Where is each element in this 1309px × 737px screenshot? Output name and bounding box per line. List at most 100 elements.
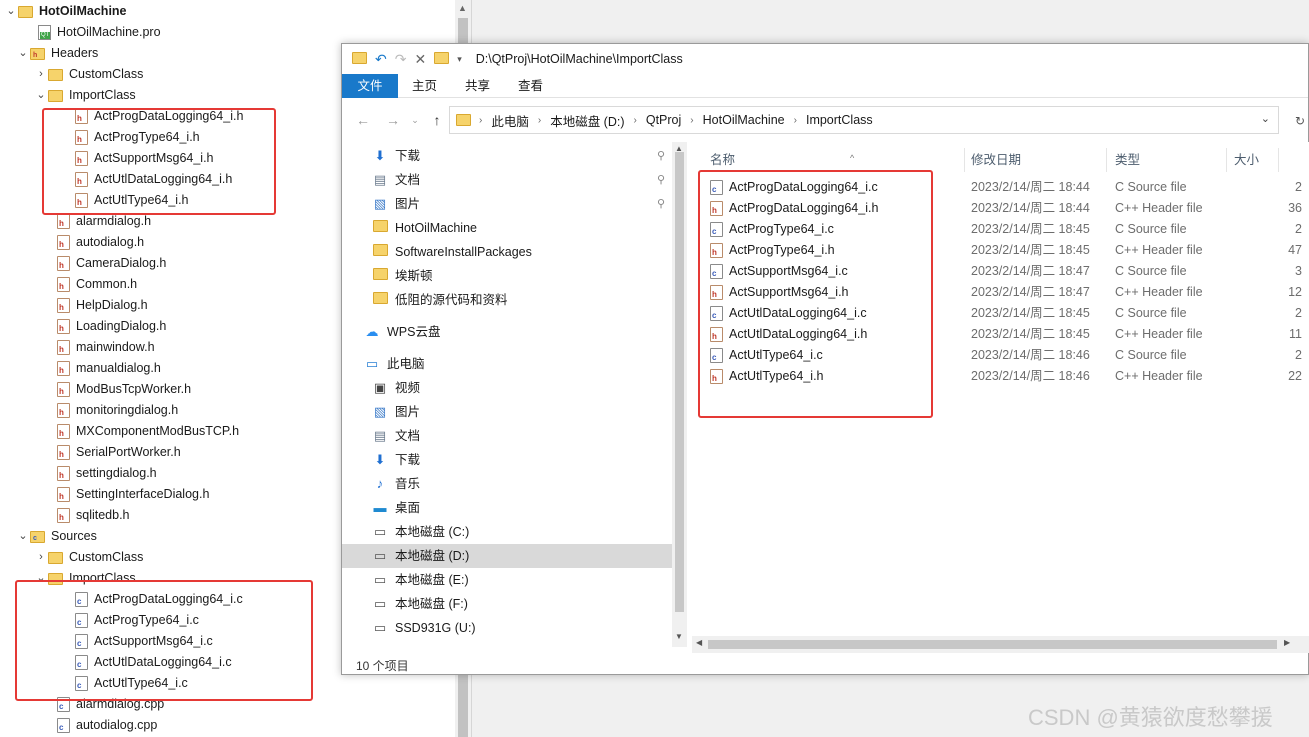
- file-row[interactable]: h ActProgDataLogging64_i.h 2023/2/14/周二 18…: [710, 198, 1309, 219]
- tree-file-row[interactable]: c ActProgDataLogging64_i.c: [75, 589, 243, 610]
- nav-item[interactable]: ▧ 图片 ⚲: [372, 192, 667, 216]
- chevron-down-icon[interactable]: ⌄: [4, 1, 18, 22]
- nav-item[interactable]: ▭ 本地磁盘 (D:): [342, 544, 672, 568]
- nav-item[interactable]: ▭ SSD931G (U:): [372, 616, 667, 640]
- nav-item[interactable]: ▭ 本地磁盘 (F:): [372, 592, 667, 616]
- tree-folder-customclass[interactable]: › CustomClass: [34, 547, 143, 568]
- breadcrumb-this-pc[interactable]: 此电脑: [491, 111, 529, 130]
- tree-file-row[interactable]: h monitoringdialog.h: [57, 400, 178, 421]
- up-arrow-icon[interactable]: ↑: [426, 112, 448, 128]
- nav-item[interactable]: ▤ 文档 ⚲: [372, 168, 667, 192]
- chevron-down-icon[interactable]: ⌄: [16, 43, 30, 64]
- column-header-name[interactable]: 名称 ^: [710, 150, 854, 170]
- chevron-right-icon[interactable]: ›: [34, 64, 48, 85]
- tab-home[interactable]: 主页: [398, 74, 451, 98]
- tree-file-row[interactable]: h ActUtlDataLogging64_i.h: [75, 169, 232, 190]
- tree-file-row[interactable]: h LoadingDialog.h: [57, 316, 166, 337]
- nav-item[interactable]: ▤ 文档: [372, 424, 667, 448]
- tree-file-row[interactable]: c ActUtlDataLogging64_i.c: [75, 652, 232, 673]
- scroll-left-icon[interactable]: ◀: [696, 638, 702, 647]
- column-divider[interactable]: [964, 148, 965, 172]
- file-row[interactable]: c ActProgType64_i.c 2023/2/14/周二 18:45 C So…: [710, 219, 1309, 240]
- column-header-type[interactable]: 类型: [1115, 150, 1140, 170]
- tree-folder-customclass[interactable]: › CustomClass: [34, 64, 143, 85]
- tab-view[interactable]: 查看: [504, 74, 557, 98]
- nav-item[interactable]: HotOilMachine: [372, 216, 667, 240]
- breadcrumb-hotoilmachine[interactable]: HotOilMachine: [703, 113, 785, 127]
- tree-file-row[interactable]: h ActProgDataLogging64_i.h: [75, 106, 243, 127]
- scroll-up-icon[interactable]: ▲: [458, 3, 467, 13]
- nav-scrollbar[interactable]: ▲ ▼: [672, 142, 687, 647]
- tree-file-row[interactable]: h manualdialog.h: [57, 358, 161, 379]
- nav-item[interactable]: ▧ 图片: [372, 400, 667, 424]
- chevron-down-icon[interactable]: ⌄: [34, 568, 48, 589]
- breadcrumb-importclass[interactable]: ImportClass: [806, 113, 873, 127]
- tree-file-row[interactable]: h settingdialog.h: [57, 463, 157, 484]
- nav-item[interactable]: ♪ 音乐: [372, 472, 667, 496]
- nav-item[interactable]: ▭ 此电脑: [364, 352, 667, 376]
- file-row[interactable]: c ActUtlType64_i.c 2023/2/14/周二 18:46 C Sou…: [710, 345, 1309, 366]
- tree-project-row[interactable]: ⌄ HotOilMachine: [4, 1, 126, 22]
- column-divider[interactable]: [1226, 148, 1227, 172]
- pin-icon[interactable]: ⚲: [657, 192, 665, 216]
- tree-file-row[interactable]: c ActUtlType64_i.c: [75, 673, 188, 694]
- nav-item[interactable]: 低阻的源代码和资料: [372, 288, 667, 312]
- tree-file-row[interactable]: c alarmdialog.cpp: [57, 694, 164, 715]
- undo-icon[interactable]: ↶: [375, 51, 387, 68]
- file-row[interactable]: h ActProgType64_i.h 2023/2/14/周二 18:45 C++ …: [710, 240, 1309, 261]
- column-divider[interactable]: [1106, 148, 1107, 172]
- file-hscroll-thumb[interactable]: [708, 640, 1277, 649]
- chevron-right-icon[interactable]: ›: [34, 547, 48, 568]
- tree-file-row[interactable]: c ActProgType64_i.c: [75, 610, 199, 631]
- delete-icon[interactable]: ✕: [414, 51, 426, 68]
- tree-file-row[interactable]: c ActSupportMsg64_i.c: [75, 631, 213, 652]
- refresh-icon[interactable]: ↻: [1295, 114, 1305, 128]
- nav-item[interactable]: ⬇ 下载: [372, 448, 667, 472]
- tree-file-row[interactable]: h mainwindow.h: [57, 337, 155, 358]
- tree-file-row[interactable]: c autodialog.cpp: [57, 715, 157, 736]
- nav-item[interactable]: SoftwareInstallPackages: [372, 240, 667, 264]
- tree-file-row[interactable]: h ModBusTcpWorker.h: [57, 379, 191, 400]
- tree-file-row[interactable]: h ActProgType64_i.h: [75, 127, 200, 148]
- pin-icon[interactable]: ⚲: [657, 168, 665, 192]
- recent-dropdown-icon[interactable]: ⌄: [404, 115, 426, 126]
- tree-pro-file[interactable]: QT HotOilMachine.pro: [38, 22, 161, 43]
- tree-file-row[interactable]: h CameraDialog.h: [57, 253, 166, 274]
- file-row[interactable]: c ActSupportMsg64_i.c 2023/2/14/周二 18:47 C …: [710, 261, 1309, 282]
- tree-folder-importclass[interactable]: ⌄ ImportClass: [34, 85, 135, 106]
- tab-share[interactable]: 共享: [451, 74, 504, 98]
- column-header-size[interactable]: 大小: [1234, 150, 1259, 170]
- tree-headers-row[interactable]: ⌄ h Headers: [16, 43, 98, 64]
- file-row[interactable]: c ActProgDataLogging64_i.c 2023/2/14/周二 18…: [710, 177, 1309, 198]
- breadcrumb-qtproj[interactable]: QtProj: [646, 113, 681, 127]
- nav-scroll-thumb[interactable]: [675, 152, 684, 612]
- file-row[interactable]: h ActUtlDataLogging64_i.h 2023/2/14/周二 18:…: [710, 324, 1309, 345]
- tree-file-row[interactable]: h alarmdialog.h: [57, 211, 151, 232]
- tab-file[interactable]: 文件: [342, 74, 398, 98]
- tree-sources-row[interactable]: ⌄ c Sources: [16, 526, 96, 547]
- nav-item[interactable]: ▭ 本地磁盘 (E:): [372, 568, 667, 592]
- forward-arrow-icon[interactable]: →: [382, 112, 404, 128]
- nav-item[interactable]: ⬇ 下载 ⚲: [372, 144, 667, 168]
- folder-icon[interactable]: [434, 51, 450, 67]
- tree-file-row[interactable]: h SettingInterfaceDialog.h: [57, 484, 209, 505]
- nav-item[interactable]: ▭ 本地磁盘 (C:): [372, 520, 667, 544]
- address-dropdown-icon[interactable]: ⌄: [1261, 112, 1270, 125]
- scroll-down-icon[interactable]: ▼: [675, 632, 683, 641]
- column-divider[interactable]: [1278, 148, 1279, 172]
- back-arrow-icon[interactable]: ←: [352, 112, 374, 128]
- file-row[interactable]: h ActUtlType64_i.h 2023/2/14/周二 18:46 C++ H…: [710, 366, 1309, 387]
- tree-file-row[interactable]: h MXComponentModBusTCP.h: [57, 421, 239, 442]
- column-header-date[interactable]: 修改日期: [971, 150, 1021, 170]
- file-hscrollbar[interactable]: ◀ ▶: [692, 636, 1309, 653]
- tree-file-row[interactable]: h ActSupportMsg64_i.h: [75, 148, 214, 169]
- file-row[interactable]: h ActSupportMsg64_i.h 2023/2/14/周二 18:47 C+…: [710, 282, 1309, 303]
- scroll-right-icon[interactable]: ▶: [1284, 638, 1290, 647]
- tree-file-row[interactable]: h autodialog.h: [57, 232, 144, 253]
- breadcrumb-drive-d[interactable]: 本地磁盘 (D:): [550, 111, 624, 130]
- nav-item[interactable]: ▣ 视频: [372, 376, 667, 400]
- pin-icon[interactable]: ⚲: [657, 144, 665, 168]
- tree-file-row[interactable]: h ActUtlType64_i.h: [75, 190, 189, 211]
- tree-file-row[interactable]: h Common.h: [57, 274, 137, 295]
- nav-item[interactable]: 埃斯顿: [372, 264, 667, 288]
